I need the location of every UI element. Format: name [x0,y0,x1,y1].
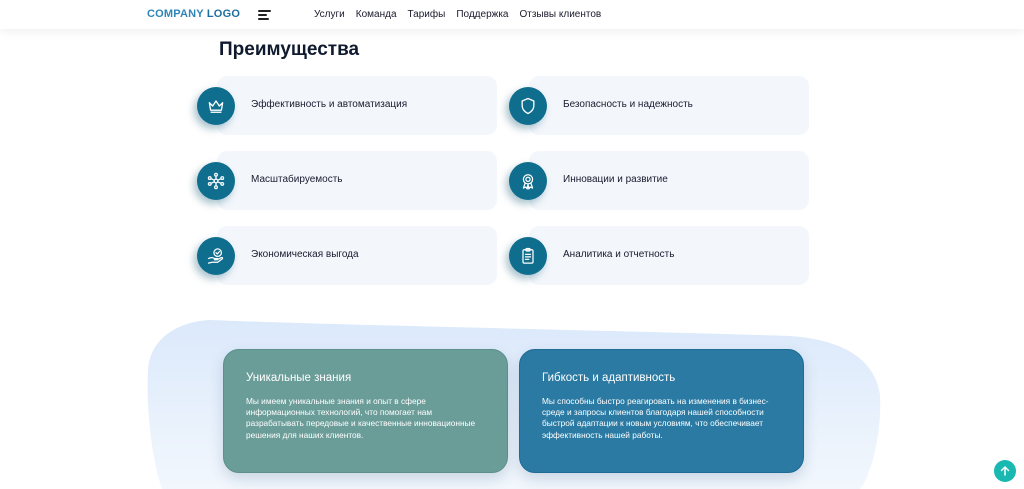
clipboard-icon [509,237,547,275]
site-header: COMPANY LOGO Услуги Команда Тарифы Подде… [0,0,1024,29]
info-card-title: Гибкость и адаптивность [542,372,676,384]
feature-card-scalability: Масштабируемость [197,151,497,210]
main-nav: Услуги Команда Тарифы Поддержка Отзывы к… [314,9,601,20]
info-card-unique-knowledge: Уникальные знания Мы имеем уникальные зн… [223,349,508,473]
award-icon [509,162,547,200]
feature-label: Аналитика и отчетность [563,249,675,260]
decorative-blob [147,320,881,489]
feature-label: Масштабируемость [251,174,343,185]
nav-link-reviews[interactable]: Отзывы клиентов [519,9,601,20]
crown-icon [197,87,235,125]
nav-link-support[interactable]: Поддержка [456,9,508,20]
feature-label: Безопасность и надежность [563,99,693,110]
feature-label: Экономическая выгода [251,249,359,260]
nav-link-pricing[interactable]: Тарифы [408,9,446,20]
scroll-top-button[interactable] [994,460,1016,482]
network-icon [197,162,235,200]
feature-card-analytics: Аналитика и отчетность [509,226,809,285]
logo-part-logo: LOGO [206,8,241,20]
company-logo[interactable]: COMPANY LOGO [147,8,240,20]
feature-card-economic: Экономическая выгода [197,226,497,285]
feature-card-innovation: Инновации и развитие [509,151,809,210]
arrow-up-icon [1000,466,1010,476]
logo-part-company: COMPANY [147,8,204,20]
feature-card-efficiency: Эффективность и автоматизация [197,76,497,135]
info-card-text: Мы способны быстро реагировать на измене… [542,396,769,440]
feature-label: Инновации и развитие [563,174,668,185]
feature-label: Эффективность и автоматизация [251,99,408,110]
info-card-text: Мы имеем уникальные знания и опыт в сфер… [246,396,476,440]
nav-link-team[interactable]: Команда [356,9,397,20]
info-card-title: Уникальные знания [246,372,352,384]
nav-link-services[interactable]: Услуги [314,9,345,20]
page: COMPANY LOGO Услуги Команда Тарифы Подде… [0,0,1024,489]
shield-icon [509,87,547,125]
feature-card-security: Безопасность и надежность [509,76,809,135]
hamburger-icon[interactable] [258,10,271,20]
hand-check-icon [197,237,235,275]
info-card-flexibility: Гибкость и адаптивность Мы способны быст… [519,349,804,473]
section-title: Преимущества [219,39,360,60]
